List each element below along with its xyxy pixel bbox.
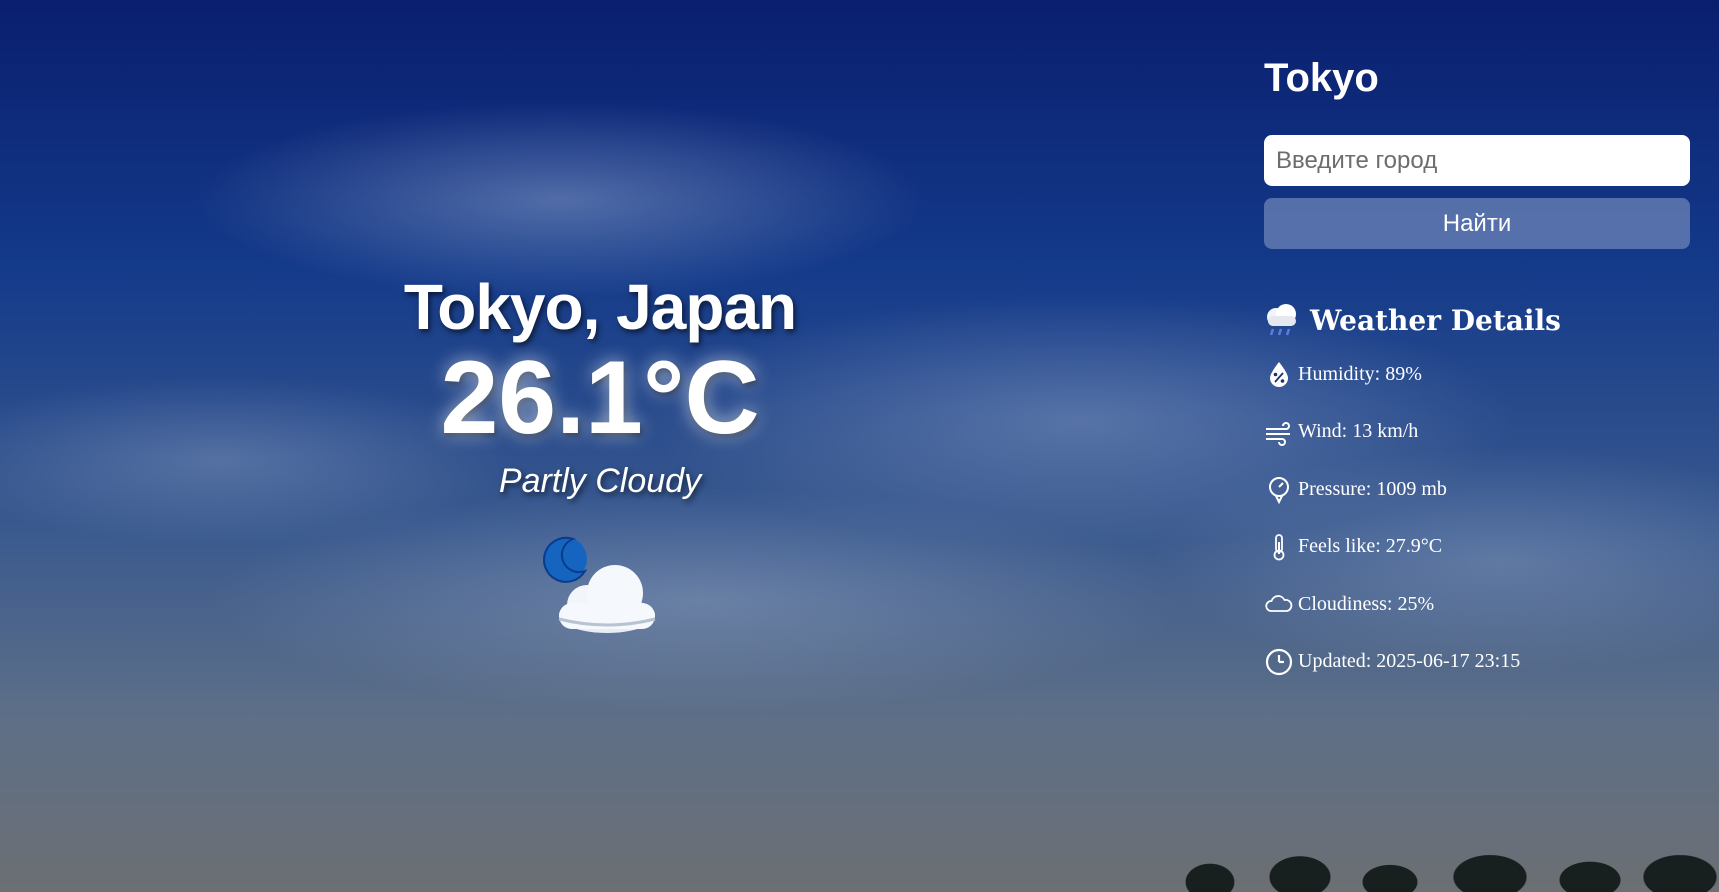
partly-cloudy-night-icon [543, 536, 656, 633]
weather-details-heading: Weather Details [1264, 303, 1690, 337]
sidebar-panel: Tokyo Найти Weather Details Humidity: 89… [1264, 56, 1690, 700]
detail-text: Cloudiness: 25% [1298, 592, 1435, 615]
detail-text: Updated: 2025-06-17 23:15 [1298, 650, 1521, 672]
clock-icon [1265, 648, 1293, 675]
weather-details-title: Weather Details [1310, 303, 1561, 337]
detail-cloudiness: Cloudiness: 25% [1264, 585, 1690, 623]
current-weather: Tokyo, Japan 26.1°C Partly Cloudy [300, 270, 900, 641]
detail-feels-like: Feels like: 27.9°C [1264, 528, 1690, 566]
detail-pressure: Pressure: 1009 mb [1264, 470, 1690, 508]
cloud-icon [1265, 595, 1293, 612]
treeline-background [1150, 822, 1719, 892]
pressure-gauge-icon [1269, 477, 1289, 504]
detail-text: Humidity: 89% [1298, 362, 1422, 385]
location-title: Tokyo, Japan [403, 271, 797, 343]
detail-humidity: Humidity: 89% [1264, 355, 1690, 393]
wind-icon [1266, 421, 1290, 446]
condition-text: Partly Cloudy [498, 462, 702, 500]
cloud-rain-icon [1267, 304, 1296, 336]
detail-text: Feels like: 27.9°C [1298, 535, 1443, 557]
detail-text: Wind: 13 km/h [1298, 420, 1419, 442]
detail-text: Pressure: 1009 mb [1298, 477, 1447, 500]
city-heading: Tokyo [1264, 56, 1379, 100]
detail-wind: Wind: 13 km/h [1264, 413, 1690, 451]
thermometer-icon [1273, 533, 1285, 560]
detail-updated: Updated: 2025-06-17 23:15 [1264, 643, 1690, 681]
humidity-icon [1270, 362, 1288, 387]
city-search-input[interactable] [1264, 135, 1690, 186]
search-button[interactable]: Найти [1264, 198, 1690, 249]
temperature-value: 26.1°C [440, 340, 760, 456]
